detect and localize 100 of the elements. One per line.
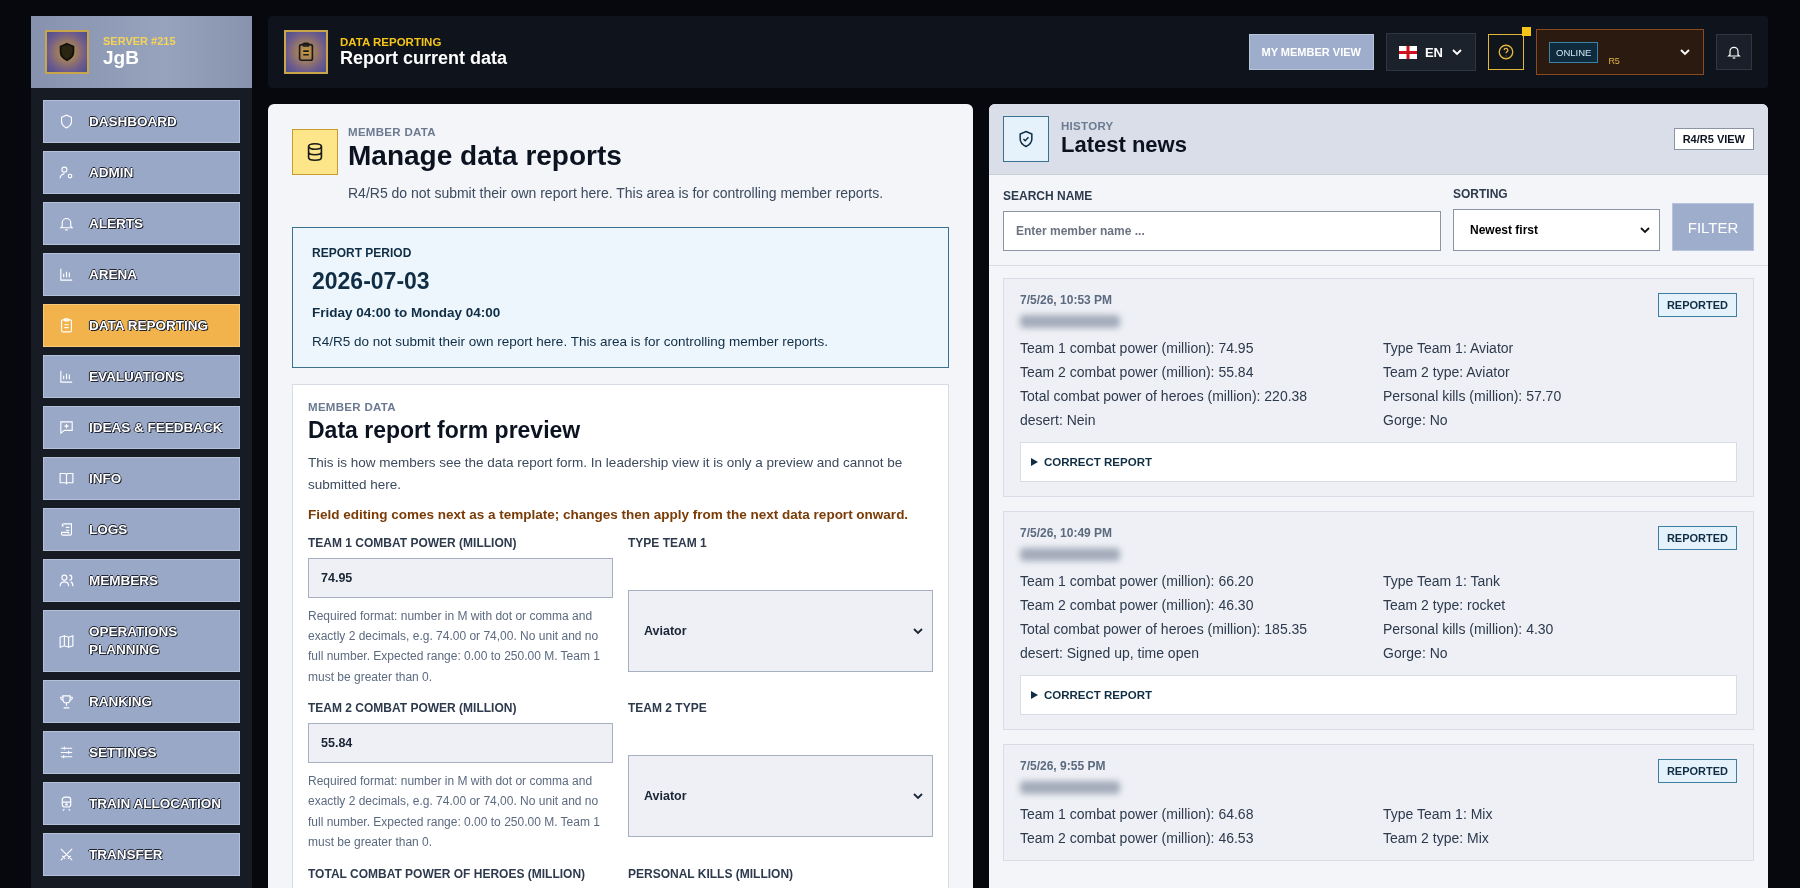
- type-select[interactable]: Aviator: [628, 589, 933, 672]
- sidebar-item[interactable]: IDEAS & FEEDBACK: [43, 406, 240, 449]
- entry-detail: Team 2 type: rocket: [1383, 597, 1507, 613]
- entry-detail: Total combat power of heroes (million): 185.35: [1020, 621, 1309, 637]
- bell-icon: [58, 215, 75, 232]
- entry-detail: Gorge: No: [1383, 645, 1449, 661]
- sidebar-item[interactable]: MEMBERS: [43, 559, 240, 602]
- number-input[interactable]: 55.84: [308, 723, 613, 764]
- status-tag: REPORTED: [1657, 293, 1737, 317]
- sidebar-item[interactable]: TRANSFER: [43, 833, 240, 876]
- panel-subtitle: R4/R5 do not submit their own report here. This area is for controlling member reports.: [348, 185, 885, 201]
- shield-check-icon: [1003, 116, 1049, 162]
- message-plus-icon: [58, 419, 75, 436]
- chevron-down-icon: [1679, 46, 1691, 58]
- sidebar-item[interactable]: RANKING: [43, 680, 240, 723]
- field-label: TEAM 2 TYPE: [628, 701, 708, 716]
- field-help-text: Required format: number in M with dot or comma and exactly 2 decimals, e.g. 74.00 or 74,00. No unit and no full number. Expected range: 0.00 to 250.00 M. Team 1 must be greater than 0.: [308, 607, 601, 686]
- card-title: Data report form preview: [308, 417, 582, 444]
- notifications-button[interactable]: [1716, 34, 1752, 70]
- member-view-button[interactable]: MY MEMBER VIEW: [1248, 34, 1374, 70]
- section-eyebrow: HISTORY: [1061, 120, 1115, 132]
- status-tag: REPORTED: [1657, 526, 1737, 550]
- chevron-down-icon: [1451, 46, 1463, 58]
- status-chip: ONLINE: [1549, 41, 1599, 63]
- section-eyebrow: MEMBER DATA: [308, 401, 397, 413]
- sidebar-item[interactable]: LOGS: [43, 508, 240, 551]
- view-badge: R4/R5 VIEW: [1673, 128, 1754, 150]
- sidebar-item[interactable]: INFO: [43, 457, 240, 500]
- entry-detail: Type Team 1: Aviator: [1383, 340, 1515, 356]
- rank-label: R5: [1608, 56, 1620, 66]
- database-icon: [292, 129, 338, 175]
- status-selector[interactable]: ONLINE R5: [1536, 29, 1704, 75]
- page-title: Report current data: [340, 47, 508, 69]
- sort-select[interactable]: Newest first: [1453, 209, 1660, 251]
- sidebar-item[interactable]: ADMIN: [43, 151, 240, 194]
- sidebar-item[interactable]: SETTINGS: [43, 731, 240, 774]
- entry-detail: Team 2 combat power (million): 46.53: [1020, 830, 1255, 846]
- field-label: SORTING: [1453, 187, 1509, 201]
- section-label: DATA REPORTING: [340, 35, 443, 48]
- entry-detail: desert: Nein: [1020, 412, 1097, 428]
- bar-chart-icon: [58, 368, 75, 385]
- clipboard-icon: [284, 30, 328, 74]
- entry-detail: Personal kills (million): 4.30: [1383, 621, 1555, 637]
- shield-icon: [58, 113, 75, 130]
- field-label: TEAM 1 COMBAT POWER (MILLION): [308, 535, 518, 550]
- search-field[interactable]: Enter member name ...: [1003, 211, 1441, 251]
- sidebar-item[interactable]: ALERTS: [43, 202, 240, 245]
- field-label: TEAM 2 COMBAT POWER (MILLION): [308, 701, 518, 716]
- card-description: This is how members see the data report form. In leadership view it is only a preview and cannot be submitted here.: [308, 454, 904, 495]
- server-label: SERVER #215: [103, 35, 176, 47]
- panel-title: Manage data reports: [348, 140, 622, 172]
- template-notice: Field editing comes next as a template; changes then apply from the next data report onward.: [308, 506, 910, 522]
- entry-detail: Gorge: No: [1383, 412, 1449, 428]
- entry-time: 7/5/26, 10:53 PM: [1020, 293, 1114, 307]
- map-icon: [58, 632, 75, 650]
- triangle-icon: [1031, 691, 1038, 699]
- language-selector[interactable]: EN: [1385, 33, 1476, 71]
- alliance-name: JgB: [103, 47, 140, 69]
- period-label: REPORT PERIOD: [312, 246, 413, 260]
- entry-detail: Team 2 type: Aviator: [1383, 364, 1511, 380]
- sidebar-item[interactable]: DASHBOARD: [43, 100, 240, 143]
- period-range: Friday 04:00 to Monday 04:00: [312, 305, 502, 320]
- type-select[interactable]: Aviator: [628, 755, 933, 838]
- entry-detail: Team 1 combat power (million): 74.95: [1020, 340, 1255, 356]
- panel-title: Latest news: [1061, 132, 1187, 158]
- entry-detail: Team 1 combat power (million): 66.20: [1020, 573, 1255, 589]
- sidebar-item[interactable]: ARENA: [43, 253, 240, 296]
- sidebar-item[interactable]: TRAIN ALLOCATION: [43, 782, 240, 825]
- user-gear-icon: [58, 164, 75, 181]
- scroll-icon: [58, 521, 75, 538]
- entry-time: 7/5/26, 10:49 PM: [1020, 526, 1114, 540]
- sidebar-item[interactable]: DATA REPORTING: [43, 304, 240, 347]
- entry-detail: Team 2 combat power (million): 55.84: [1020, 364, 1255, 380]
- book-icon: [58, 470, 75, 487]
- entry-detail: desert: Signed up, time open: [1020, 645, 1200, 661]
- trophy-icon: [58, 693, 75, 710]
- section-eyebrow: MEMBER DATA: [348, 126, 437, 138]
- entry-detail: Team 2 type: Mix: [1383, 830, 1490, 846]
- number-input[interactable]: 74.95: [308, 557, 613, 598]
- status-tag: REPORTED: [1657, 759, 1737, 783]
- sidebar-item[interactable]: OPERATIONS PLANNING: [43, 610, 240, 672]
- sidebar-item[interactable]: EVALUATIONS: [43, 355, 240, 398]
- field-label: TOTAL COMBAT POWER OF HEROES (MILLION): [308, 866, 587, 881]
- filter-button[interactable]: FILTER: [1672, 203, 1754, 251]
- entry-time: 7/5/26, 9:55 PM: [1020, 759, 1107, 773]
- crossed-swords-icon: [58, 846, 75, 863]
- entry-detail: Type Team 1: Mix: [1383, 806, 1494, 822]
- field-label: PERSONAL KILLS (MILLION): [628, 866, 795, 881]
- help-icon: [1497, 43, 1515, 61]
- flag-icon: [1398, 45, 1417, 59]
- help-button[interactable]: [1488, 34, 1524, 70]
- chevron-down-icon: [1639, 224, 1651, 236]
- triangle-icon: [1031, 458, 1038, 466]
- correct-report-toggle[interactable]: CORRECT REPORT: [1020, 442, 1737, 482]
- entry-detail: Personal kills (million): 57.70: [1383, 388, 1563, 404]
- field-label: SEARCH NAME: [1003, 189, 1094, 203]
- period-date: 2026-07-03: [312, 268, 431, 295]
- correct-report-toggle[interactable]: CORRECT REPORT: [1020, 675, 1737, 715]
- clipboard-icon: [58, 317, 75, 334]
- bell-icon: [1726, 44, 1742, 60]
